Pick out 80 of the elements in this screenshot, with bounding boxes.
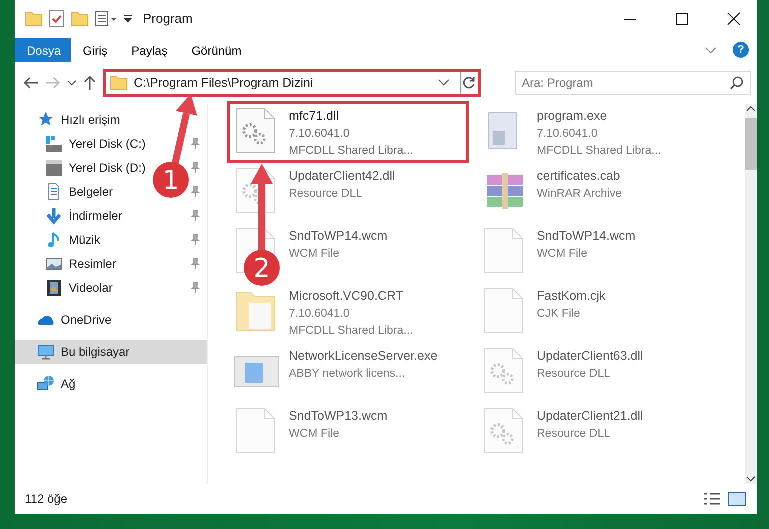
sidebar-item[interactable]: Videolar xyxy=(69,279,113,297)
ribbon-tab[interactable]: Paylaş xyxy=(120,38,180,62)
step-marker xyxy=(244,250,280,286)
details-view-icon[interactable] xyxy=(703,492,721,506)
step-marker xyxy=(153,162,189,198)
chevron-down-icon[interactable] xyxy=(67,78,77,88)
file-details: MFCDLL Shared Libra... xyxy=(537,144,662,159)
chevron-down-icon[interactable] xyxy=(746,474,756,484)
file-name[interactable]: SndToWP14.wcm xyxy=(537,227,636,246)
chevron-down-icon[interactable] xyxy=(438,78,450,88)
network-icon xyxy=(37,375,55,393)
sidebar-item[interactable]: Resimler xyxy=(69,255,116,273)
ribbon-tab[interactable]: Dosya xyxy=(15,38,71,62)
computer-icon xyxy=(37,343,55,361)
file-details: ABBY network licens... xyxy=(289,366,406,382)
checklist-icon[interactable] xyxy=(49,10,65,28)
drive-os-icon xyxy=(45,135,63,153)
close-icon[interactable] xyxy=(725,12,743,26)
file-name[interactable]: UpdaterClient63.dll xyxy=(537,347,644,366)
pin-icon[interactable] xyxy=(189,210,201,222)
step-number: 1 xyxy=(162,166,180,196)
file-name[interactable]: UpdaterClient42.dll xyxy=(289,167,396,186)
file-details: WCM File xyxy=(537,246,588,262)
item-count: 112 öğe xyxy=(25,491,68,508)
file-details: 7.10.6041.0 xyxy=(289,306,351,322)
properties-icon[interactable] xyxy=(95,10,117,28)
file-details: Resource DLL xyxy=(537,426,612,442)
sidebar-item[interactable]: Hızlı erişim xyxy=(61,111,120,129)
drive-icon xyxy=(45,159,63,177)
scrollbar[interactable] xyxy=(745,104,757,484)
chevron-up-icon[interactable] xyxy=(746,104,756,114)
maximize-icon[interactable] xyxy=(673,12,691,26)
download-icon xyxy=(45,207,63,225)
sidebar-item[interactable]: Belgeler xyxy=(69,183,114,201)
search-field[interactable]: Ara: Program xyxy=(515,71,751,95)
pin-icon[interactable] xyxy=(189,186,201,198)
large-icons-view-icon[interactable] xyxy=(727,491,747,507)
file-details: WCM File xyxy=(289,426,340,442)
pin-icon[interactable] xyxy=(189,138,201,150)
file-details: Resource DLL xyxy=(289,186,364,202)
file-name[interactable]: certificates.cab xyxy=(537,167,622,186)
pin-icon[interactable] xyxy=(189,258,201,270)
pin-icon[interactable] xyxy=(189,234,201,246)
file-name[interactable]: FastKom.cjk xyxy=(537,287,606,306)
scrollbar-thumb[interactable] xyxy=(745,118,757,170)
file-details: Resource DLL xyxy=(537,366,612,382)
help-button[interactable]: ? xyxy=(733,42,749,58)
file-details: CJK File xyxy=(537,306,582,322)
file-details: WinRAR Archive xyxy=(537,186,622,202)
back-arrow-icon[interactable] xyxy=(23,76,39,90)
sidebar-item[interactable]: Yerel Disk (D:) xyxy=(69,159,146,177)
picture-icon xyxy=(45,255,63,273)
sidebar-item[interactable]: İndirmeler xyxy=(69,207,122,225)
ribbon-tab[interactable]: Giriş xyxy=(71,38,120,62)
file-item[interactable]: mfc71.dll 7.10.6041.0 MFCDLL Shared Libra... xyxy=(230,104,466,160)
file-details: MFCDLL Shared Libra... xyxy=(289,324,414,339)
file-name[interactable]: NetworkLicenseServer.exe xyxy=(289,347,438,366)
annotation-arrow xyxy=(172,94,198,166)
pin-icon[interactable] xyxy=(189,162,201,174)
sidebar-item[interactable]: Bu bilgisayar xyxy=(15,340,207,364)
video-icon xyxy=(45,279,63,297)
file-details: 7.10.6041.0 xyxy=(537,126,599,142)
search-icon xyxy=(730,76,744,90)
pin-icon[interactable] xyxy=(189,282,201,294)
sidebar-item[interactable]: Yerel Disk (C:) xyxy=(69,135,146,153)
up-arrow-icon[interactable] xyxy=(83,75,97,91)
sidebar-item[interactable]: OneDrive xyxy=(61,311,112,329)
sidebar-item[interactable]: Ağ xyxy=(61,375,76,393)
file-details: WCM File xyxy=(289,246,340,262)
address-bar[interactable]: C:\Program Files\Program Dizini xyxy=(103,69,481,97)
file-name[interactable]: UpdaterClient21.dll xyxy=(537,407,644,426)
file-name[interactable]: SndToWP13.wcm xyxy=(289,407,388,426)
ribbon-tab[interactable]: Görünüm xyxy=(180,38,254,62)
window-title: Program xyxy=(143,10,193,28)
folder-icon xyxy=(110,74,128,92)
file-name[interactable]: program.exe xyxy=(537,107,662,126)
file-name[interactable]: SndToWP14.wcm xyxy=(289,227,388,246)
file-name[interactable]: Microsoft.VC90.CRT xyxy=(289,287,414,306)
step-number: 2 xyxy=(254,254,270,284)
sidebar-item[interactable]: Müzik xyxy=(69,231,100,249)
